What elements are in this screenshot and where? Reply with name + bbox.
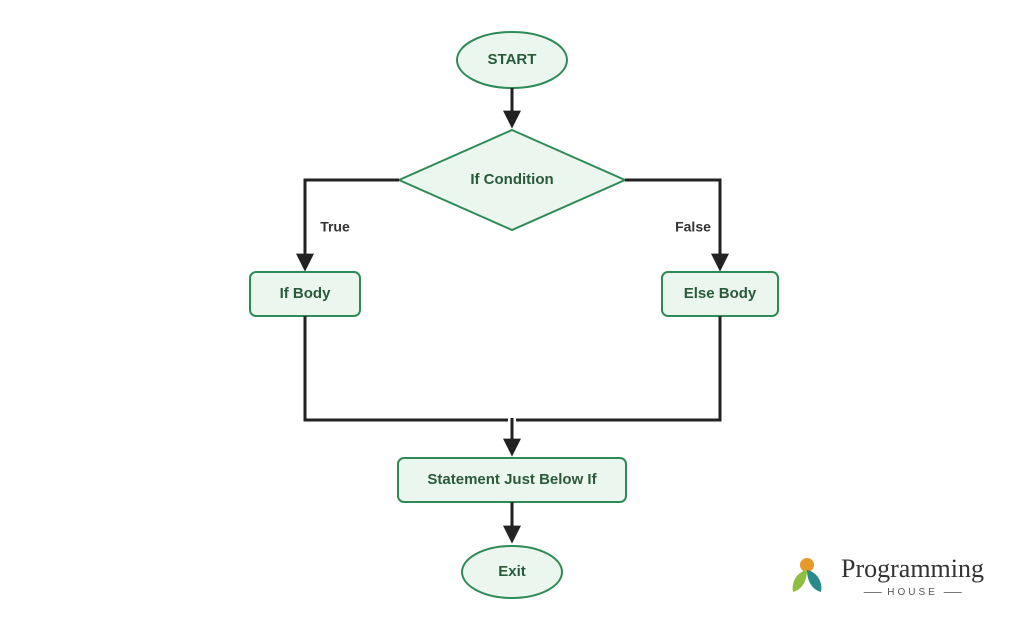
node-exit: Exit [462, 546, 562, 598]
edge-true-label: True [320, 219, 350, 235]
node-else-body-label: Else Body [684, 285, 757, 302]
edge-elsebody-merge [516, 316, 720, 420]
node-below-label: Statement Just Below If [427, 471, 597, 488]
node-if-body-label: If Body [280, 285, 331, 302]
edge-true [305, 180, 399, 268]
brand-title: Programming [841, 554, 984, 583]
node-below: Statement Just Below If [398, 458, 626, 502]
brand-subtitle: HOUSE [857, 587, 968, 598]
brand-logo-icon [783, 552, 831, 600]
brand-logo: Programming HOUSE [783, 552, 984, 600]
node-start-label: START [488, 51, 537, 68]
node-if-body: If Body [250, 272, 360, 316]
edge-false-label: False [675, 219, 711, 235]
node-else-body: Else Body [662, 272, 778, 316]
flowchart-canvas: START If Condition True False If Body El… [0, 0, 1024, 640]
node-exit-label: Exit [498, 563, 526, 580]
node-start: START [457, 32, 567, 88]
node-condition-label: If Condition [470, 171, 553, 188]
brand-logo-text: Programming HOUSE [841, 554, 984, 598]
edge-ifbody-merge [305, 316, 508, 420]
node-condition: If Condition [399, 130, 625, 230]
